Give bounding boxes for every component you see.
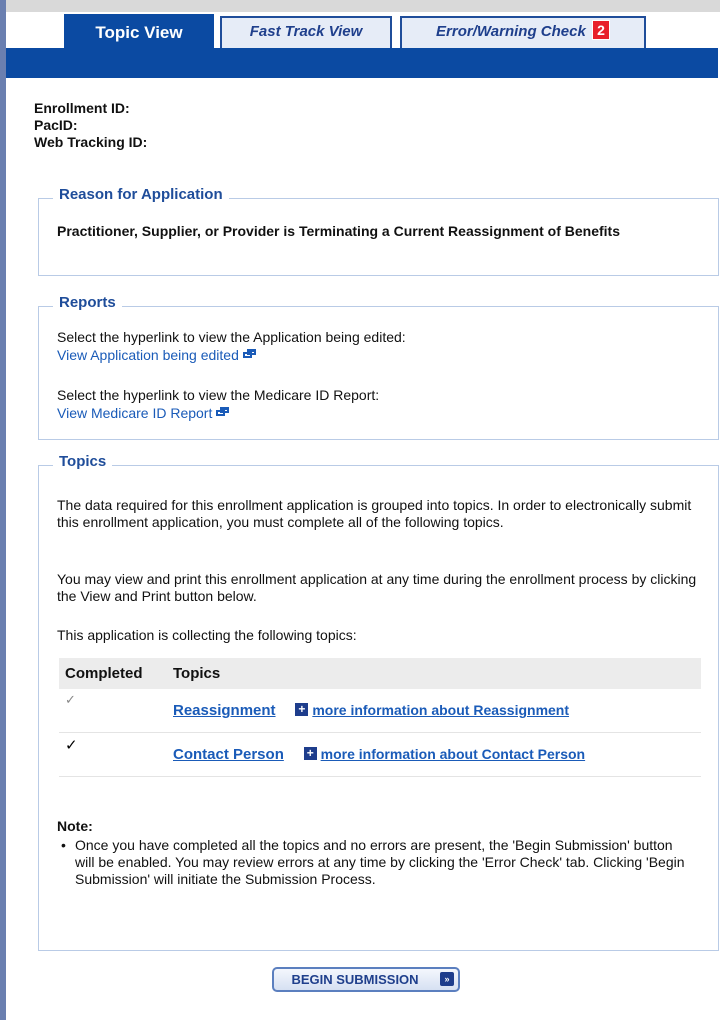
top-strip	[6, 0, 720, 12]
topics-table: Completed Topics ✓ Reassignment + more i…	[59, 658, 701, 777]
topics-table-header: Completed Topics	[59, 658, 701, 689]
expand-plus-icon[interactable]: +	[295, 703, 309, 716]
reason-text: Practitioner, Supplier, or Provider is T…	[57, 223, 620, 239]
application-prompt: Select the hyperlink to view the Applica…	[57, 329, 406, 345]
double-arrow-icon: »	[440, 972, 454, 986]
completed-check: ✓	[59, 732, 167, 777]
new-window-icon	[242, 349, 256, 359]
begin-submission-label: BEGIN SUBMISSION	[291, 972, 419, 987]
note-label: Note:	[57, 818, 93, 834]
begin-submission-button[interactable]: BEGIN SUBMISSION »	[272, 967, 460, 992]
more-info-contact-person-link[interactable]: more information about Contact Person	[321, 746, 585, 762]
expand-plus-icon[interactable]: +	[303, 747, 317, 760]
topics-section-title: Topics	[53, 453, 113, 470]
reason-section-title: Reason for Application	[53, 186, 229, 203]
tab-topic-view[interactable]: Topic View	[64, 14, 214, 50]
reports-section-title: Reports	[53, 294, 122, 311]
pac-id-label: PacID:	[34, 117, 78, 133]
enrollment-id-label: Enrollment ID:	[34, 100, 130, 116]
bullet-dot: •	[61, 837, 66, 853]
new-window-icon	[216, 407, 230, 417]
web-tracking-id-label: Web Tracking ID:	[34, 134, 148, 150]
reason-section: Reason for Application Practitioner, Sup…	[38, 186, 719, 276]
tab-fast-track-view[interactable]: Fast Track View	[220, 16, 392, 48]
view-medicare-id-report-link[interactable]: View Medicare ID Report	[57, 405, 212, 421]
more-info-reassignment-link[interactable]: more information about Reassignment	[312, 702, 569, 718]
page-frame: Topic View Fast Track View Error/Warning…	[0, 0, 720, 1020]
completed-column-header: Completed	[59, 658, 167, 689]
table-row: ✓ Contact Person + more information abou…	[59, 732, 701, 777]
topics-section: Topics The data required for this enroll…	[38, 453, 719, 951]
view-application-link[interactable]: View Application being edited	[57, 347, 239, 363]
note-text: Once you have completed all the topics a…	[75, 837, 685, 887]
topics-intro-text: The data required for this enrollment ap…	[57, 497, 692, 530]
topic-link-contact-person[interactable]: Contact Person	[173, 746, 284, 763]
tab-error-warning-check[interactable]: Error/Warning Check 2	[400, 16, 646, 48]
medicare-prompt: Select the hyperlink to view the Medicar…	[57, 387, 380, 403]
topics-column-header: Topics	[167, 658, 701, 689]
table-row: ✓ Reassignment + more information about …	[59, 689, 701, 733]
collecting-topics-text: This application is collecting the follo…	[57, 627, 357, 643]
id-block: Enrollment ID: PacID: Web Tracking ID:	[34, 100, 147, 151]
completed-check: ✓	[59, 689, 167, 733]
error-count-badge: 2	[591, 20, 610, 40]
topic-link-reassignment[interactable]: Reassignment	[173, 702, 276, 719]
tab-content-bar	[6, 48, 718, 78]
view-print-text: You may view and print this enrollment a…	[57, 571, 697, 604]
tab-error-label: Error/Warning Check	[436, 23, 586, 40]
note-bullet: • Once you have completed all the topics…	[61, 837, 691, 888]
reports-section: Reports Select the hyperlink to view the…	[38, 294, 719, 440]
